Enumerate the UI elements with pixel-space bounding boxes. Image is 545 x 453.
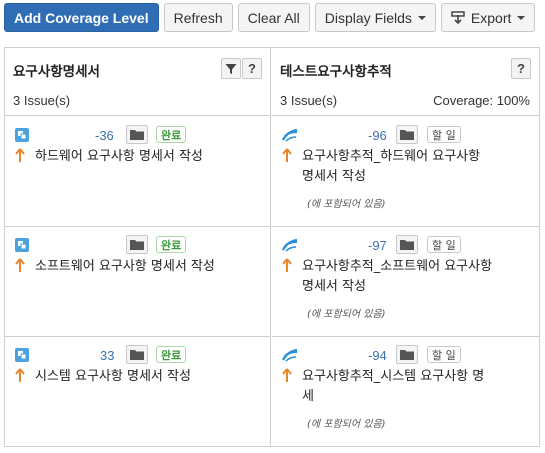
summary-line: 요구사항추적_소프트웨어 요구사항 bbox=[302, 259, 493, 274]
issue-card[interactable]: 33 완료 시스템 요구사항 명세서 작성 bbox=[5, 337, 270, 446]
subtask-icon bbox=[281, 238, 298, 252]
folder-button[interactable] bbox=[126, 345, 148, 364]
issue-summary: 요구사항추적_하드웨어 요구사항 명세서 작성 bbox=[302, 147, 480, 187]
help-icon: ? bbox=[248, 61, 256, 76]
folder-icon bbox=[130, 240, 144, 250]
inclusion-note: (에 포함되어 있음) bbox=[307, 309, 386, 320]
issue-key[interactable]: 33 bbox=[100, 348, 114, 363]
filter-button[interactable] bbox=[221, 58, 241, 79]
arrow-up-icon bbox=[282, 148, 292, 162]
status-badge: 완료 bbox=[156, 346, 187, 363]
issue-card[interactable]: 완료 소프트웨어 요구사항 명세서 작성 bbox=[5, 227, 270, 337]
story-icon bbox=[15, 128, 29, 142]
summary-line: 소프트웨어 요구사항 명세서 작성 bbox=[35, 259, 215, 274]
summary-line: 요구사항추적_시스템 요구사항 명 bbox=[302, 369, 485, 384]
issue-card[interactable]: -94 할 일 요구사항추적_시스템 요구사항 명 세 (에 포함되어 있음) bbox=[272, 337, 539, 446]
caret-down-icon bbox=[517, 15, 526, 20]
coverage-percent: Coverage: 100% bbox=[433, 93, 530, 108]
arrow-up-icon bbox=[15, 148, 25, 162]
subtask-icon bbox=[281, 128, 298, 142]
folder-button[interactable] bbox=[396, 235, 418, 254]
folder-icon bbox=[400, 350, 414, 360]
issue-summary: 하드웨어 요구사항 명세서 작성 bbox=[35, 147, 203, 167]
folder-button[interactable] bbox=[126, 235, 148, 254]
display-fields-dropdown[interactable]: Display Fields bbox=[314, 3, 436, 32]
help-button[interactable]: ? bbox=[511, 58, 531, 79]
refresh-button[interactable]: Refresh bbox=[163, 3, 233, 32]
issue-count: 3 Issue(s) bbox=[280, 93, 338, 108]
issue-key[interactable]: -36 bbox=[95, 128, 114, 143]
arrow-up-icon bbox=[282, 368, 292, 382]
summary-line: 시스템 요구사항 명세서 작성 bbox=[35, 369, 191, 384]
caret-down-icon bbox=[417, 15, 426, 20]
display-fields-label: Display Fields bbox=[324, 9, 412, 26]
coverage-board: 요구사항명세서 ? 3 Issue(s) -36 완료 하드웨어 요구사항 명세… bbox=[4, 47, 540, 447]
status-badge: 할 일 bbox=[427, 236, 461, 253]
column-title: 테스트요구사항추적 bbox=[280, 64, 392, 80]
export-label: Export bbox=[470, 9, 512, 26]
inclusion-note: (에 포함되어 있음) bbox=[307, 419, 386, 430]
add-coverage-level-button[interactable]: Add Coverage Level bbox=[4, 3, 159, 32]
issue-summary: 시스템 요구사항 명세서 작성 bbox=[35, 367, 191, 387]
toolbar: Add Coverage Level Refresh Clear All Dis… bbox=[4, 3, 536, 33]
folder-button[interactable] bbox=[396, 345, 418, 364]
issue-key[interactable]: -97 bbox=[368, 238, 387, 253]
column-test-requirement-trace: 테스트요구사항추적 ? 3 Issue(s) Coverage: 100% -9… bbox=[272, 48, 539, 446]
column-requirements-spec: 요구사항명세서 ? 3 Issue(s) -36 완료 하드웨어 요구사항 명세… bbox=[5, 48, 271, 446]
status-badge: 완료 bbox=[156, 126, 187, 143]
folder-button[interactable] bbox=[396, 125, 418, 144]
clear-all-button[interactable]: Clear All bbox=[237, 3, 310, 32]
summary-line: 명세서 작성 bbox=[302, 279, 366, 294]
arrow-up-icon bbox=[15, 258, 25, 272]
issue-card[interactable]: -36 완료 하드웨어 요구사항 명세서 작성 bbox=[5, 117, 270, 227]
arrow-up-icon bbox=[15, 368, 25, 382]
status-badge: 완료 bbox=[156, 236, 187, 253]
folder-icon bbox=[400, 240, 414, 250]
issue-summary: 소프트웨어 요구사항 명세서 작성 bbox=[35, 257, 215, 277]
column-title: 요구사항명세서 bbox=[13, 64, 100, 80]
subtask-icon bbox=[281, 348, 298, 362]
summary-line: 하드웨어 요구사항 명세서 작성 bbox=[35, 149, 203, 164]
column-header: 요구사항명세서 ? 3 Issue(s) bbox=[5, 48, 270, 116]
issue-key[interactable]: -94 bbox=[368, 348, 387, 363]
status-badge: 할 일 bbox=[427, 126, 461, 143]
folder-icon bbox=[130, 130, 144, 140]
arrow-up-icon bbox=[282, 258, 292, 272]
summary-line: 명세서 작성 bbox=[302, 169, 366, 184]
help-button[interactable]: ? bbox=[242, 58, 262, 79]
help-icon: ? bbox=[517, 61, 525, 76]
issue-count: 3 Issue(s) bbox=[13, 93, 71, 108]
folder-icon bbox=[130, 350, 144, 360]
story-icon bbox=[15, 238, 29, 252]
issue-summary: 요구사항추적_시스템 요구사항 명 세 bbox=[302, 367, 484, 407]
summary-line: 요구사항추적_하드웨어 요구사항 bbox=[302, 149, 481, 164]
issue-summary: 요구사항추적_소프트웨어 요구사항 명세서 작성 bbox=[302, 257, 492, 297]
summary-line: 세 bbox=[302, 389, 314, 404]
export-dropdown[interactable]: Export bbox=[440, 3, 536, 32]
story-icon bbox=[15, 348, 29, 362]
export-icon bbox=[451, 10, 465, 24]
column-header: 테스트요구사항추적 ? 3 Issue(s) Coverage: 100% bbox=[272, 48, 539, 116]
issue-card[interactable]: -96 할 일 요구사항추적_하드웨어 요구사항 명세서 작성 (에 포함되어 … bbox=[272, 117, 539, 227]
status-badge: 할 일 bbox=[427, 346, 461, 363]
folder-button[interactable] bbox=[126, 125, 148, 144]
folder-icon bbox=[400, 130, 414, 140]
inclusion-note: (에 포함되어 있음) bbox=[307, 199, 386, 210]
issue-key[interactable]: -96 bbox=[368, 128, 387, 143]
filter-icon bbox=[225, 63, 237, 74]
issue-card[interactable]: -97 할 일 요구사항추적_소프트웨어 요구사항 명세서 작성 (에 포함되어… bbox=[272, 227, 539, 337]
